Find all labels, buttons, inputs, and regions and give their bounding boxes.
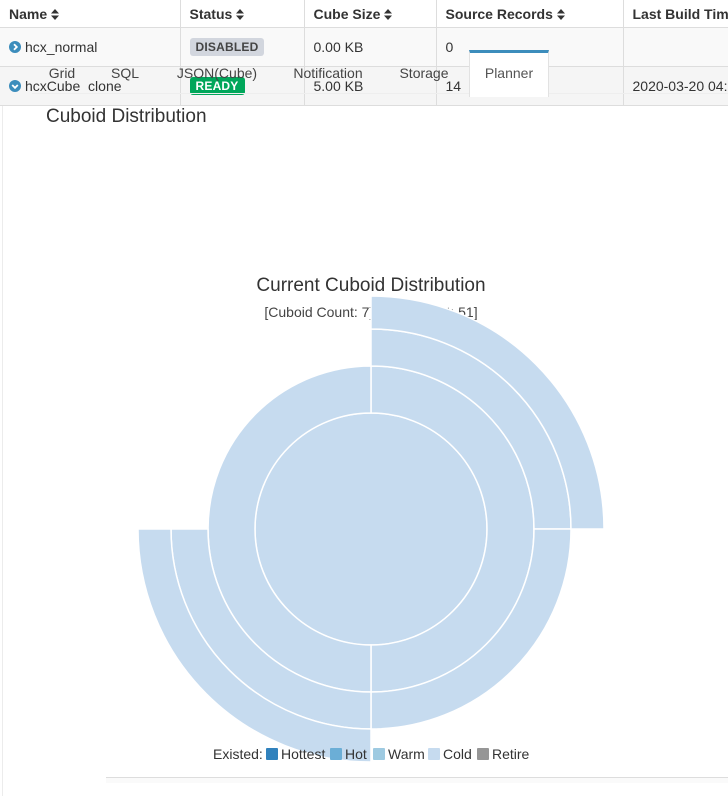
legend-swatch-warm [373, 748, 385, 760]
sort-icon [51, 7, 60, 20]
legend-label-hot: Hot [345, 746, 367, 762]
tab-planner[interactable]: Planner [469, 50, 549, 97]
column-header-source-records[interactable]: Source Records [436, 0, 624, 28]
chevron-right-circle-icon[interactable] [9, 40, 21, 53]
column-header-name[interactable]: Name [0, 0, 181, 28]
chart-title: Current Cuboid Distribution [256, 275, 485, 296]
legend-swatch-cold [428, 748, 440, 760]
legend-swatch-hottest [266, 748, 278, 760]
tab-sql[interactable]: SQL [94, 50, 156, 93]
sunburst-segment-level-0-0[interactable] [254, 412, 488, 646]
sort-icon [556, 7, 565, 20]
legend-swatch-retire [477, 748, 489, 760]
tab-grid[interactable]: Grid [32, 50, 92, 93]
tab-notification[interactable]: Notification [278, 50, 378, 93]
legend-label-warm: Warm [388, 746, 425, 762]
column-header-status[interactable]: Status [180, 0, 305, 28]
legend-label-hottest: Hottest [281, 746, 325, 762]
table-footer-edge [106, 777, 728, 783]
sunburst-rings [137, 295, 605, 763]
column-header-last-build-time[interactable]: Last Build Tim [623, 0, 728, 28]
detail-tabs: Grid SQL JSON(Cube) Notification Storage… [32, 50, 728, 97]
legend-swatch-hot [330, 748, 342, 760]
table-header-row: Name Status Cube Size Source Records Las… [0, 0, 728, 28]
legend-label-retire: Retire [492, 746, 530, 762]
legend-prefix: Existed: [213, 746, 263, 762]
section-title: Cuboid Distribution [46, 106, 207, 127]
cuboid-distribution-chart: Current Cuboid Distribution [Cuboid Coun… [30, 141, 728, 782]
legend-label-cold: Cold [443, 746, 472, 762]
sort-icon [236, 7, 245, 20]
chevron-down-circle-icon[interactable] [9, 79, 21, 92]
sunburst-chart: Current Cuboid Distribution [Cuboid Coun… [137, 275, 605, 763]
sort-icon [384, 7, 393, 20]
tab-storage[interactable]: Storage [384, 50, 464, 93]
column-header-cube-size[interactable]: Cube Size [304, 0, 437, 28]
tab-json-cube[interactable]: JSON(Cube) [160, 50, 274, 93]
